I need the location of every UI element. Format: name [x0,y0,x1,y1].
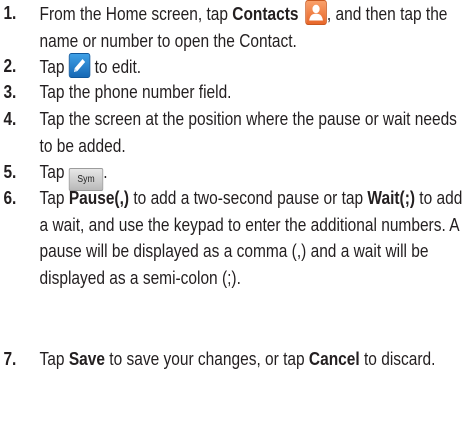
step-number: 5. [3,162,17,182]
step-7: 7. Tap Save to save your changes, or tap… [0,346,471,373]
step-number: 1. [3,3,17,23]
step-text: Tap the phone number field. [39,82,232,102]
edit-pencil-icon [68,53,91,78]
step-text: Tap to edit. [40,53,472,81]
wait-label: Wait(;) [367,188,416,208]
step-3: 3. Tap the phone number field. [0,79,471,106]
contacts-label: Contacts [232,4,299,24]
step-1: 1. From the Home screen, tap Contacts , … [0,0,471,54]
save-label: Save [68,349,105,369]
step-text: Tap Save to save your changes, or tap Ca… [39,349,436,369]
contacts-icon [305,0,327,25]
step-2: 2. Tap to edit. [0,53,471,81]
step-6: 6. Tap Pause(,) to add a two-second paus… [0,185,471,291]
step-number: 2. [3,56,17,76]
step-number: 4. [3,109,17,129]
step-text: Tap Pause(,) to add a two-second pause o… [39,188,463,288]
cancel-label: Cancel [308,349,360,369]
step-number: 6. [3,188,17,208]
step-text: Tap the screen at the position where the… [39,109,457,156]
step-4: 4. Tap the screen at the position where … [0,106,471,159]
step-number: 7. [3,349,17,369]
step-text: From the Home screen, tap Contacts , and… [40,0,472,54]
pause-label: Pause(,) [68,188,130,208]
step-number: 3. [3,82,17,102]
